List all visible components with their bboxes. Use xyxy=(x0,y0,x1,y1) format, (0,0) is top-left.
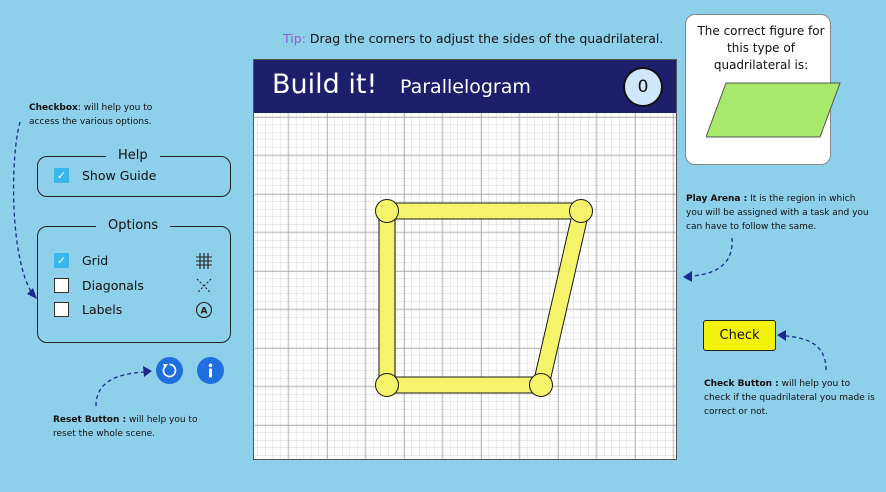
play-arena[interactable] xyxy=(254,113,676,459)
show-guide-label: Show Guide xyxy=(82,168,157,183)
options-title: Options xyxy=(96,218,171,233)
reference-card: The correct figure for this type of quad… xyxy=(685,14,841,165)
corner-handle-bottom-right[interactable] xyxy=(529,373,553,397)
page-title: Build it! xyxy=(272,69,378,100)
grid-checkbox[interactable]: ✓ xyxy=(54,253,69,268)
diagonals-checkbox[interactable] xyxy=(54,278,69,293)
labels-checkbox[interactable] xyxy=(54,302,69,317)
option-grid[interactable]: ✓ Grid xyxy=(54,253,108,268)
check-arrow xyxy=(777,330,827,371)
play-arena-annotation: Play Arena : It is the region in which y… xyxy=(686,192,871,234)
option-diagonals[interactable]: Diagonals xyxy=(54,278,144,293)
score-badge: 0 xyxy=(623,67,663,107)
tip-message: Drag the corners to adjust the sides of … xyxy=(309,31,664,46)
corner-handle-bottom-left[interactable] xyxy=(375,373,399,397)
play-arena-arrow xyxy=(683,237,733,282)
panel-header: Build it! Parallelogram 0 xyxy=(254,60,676,113)
corner-handle-top-left[interactable] xyxy=(375,199,399,223)
svg-text:A: A xyxy=(201,307,208,317)
option-labels[interactable]: Labels xyxy=(54,302,122,317)
reset-button[interactable] xyxy=(156,357,183,384)
tip-text: Tip: Drag the corners to adjust the side… xyxy=(283,31,663,46)
labels-icon: A xyxy=(195,301,213,319)
reset-arrow xyxy=(95,366,152,407)
labels-label: Labels xyxy=(82,302,123,317)
grid-label: Grid xyxy=(82,253,109,268)
check-annotation-title: Check Button : xyxy=(704,379,779,389)
corner-handle-top-right[interactable] xyxy=(569,199,593,223)
info-button[interactable] xyxy=(197,357,224,384)
reset-annotation-title: Reset Button : xyxy=(53,415,127,425)
reference-text: The correct figure for this type of quad… xyxy=(697,24,825,72)
grid-icon xyxy=(196,253,212,269)
info-icon xyxy=(208,363,213,378)
help-title: Help xyxy=(106,148,160,163)
show-guide-option[interactable]: ✓ Show Guide xyxy=(54,168,156,183)
check-button[interactable]: Check xyxy=(703,320,776,351)
show-guide-checkbox[interactable]: ✓ xyxy=(54,168,69,183)
check-annotation: Check Button : will help you to check if… xyxy=(704,377,879,419)
reset-icon xyxy=(162,363,177,378)
diagonals-label: Diagonals xyxy=(82,278,144,293)
reset-annotation: Reset Button : will help you to reset th… xyxy=(53,413,223,441)
diagonals-icon xyxy=(196,278,212,294)
reference-parallelogram xyxy=(706,82,841,138)
grid-background xyxy=(254,113,676,459)
game-panel: Build it! Parallelogram 0 xyxy=(253,59,677,460)
tip-label: Tip: xyxy=(283,31,306,46)
play-arena-annotation-title: Play Arena : xyxy=(686,194,748,204)
checkbox-annotation-title: Checkbox xyxy=(29,103,78,113)
shape-name: Parallelogram xyxy=(400,76,531,98)
checkbox-annotation: Checkbox: will help you to access the va… xyxy=(29,101,169,129)
